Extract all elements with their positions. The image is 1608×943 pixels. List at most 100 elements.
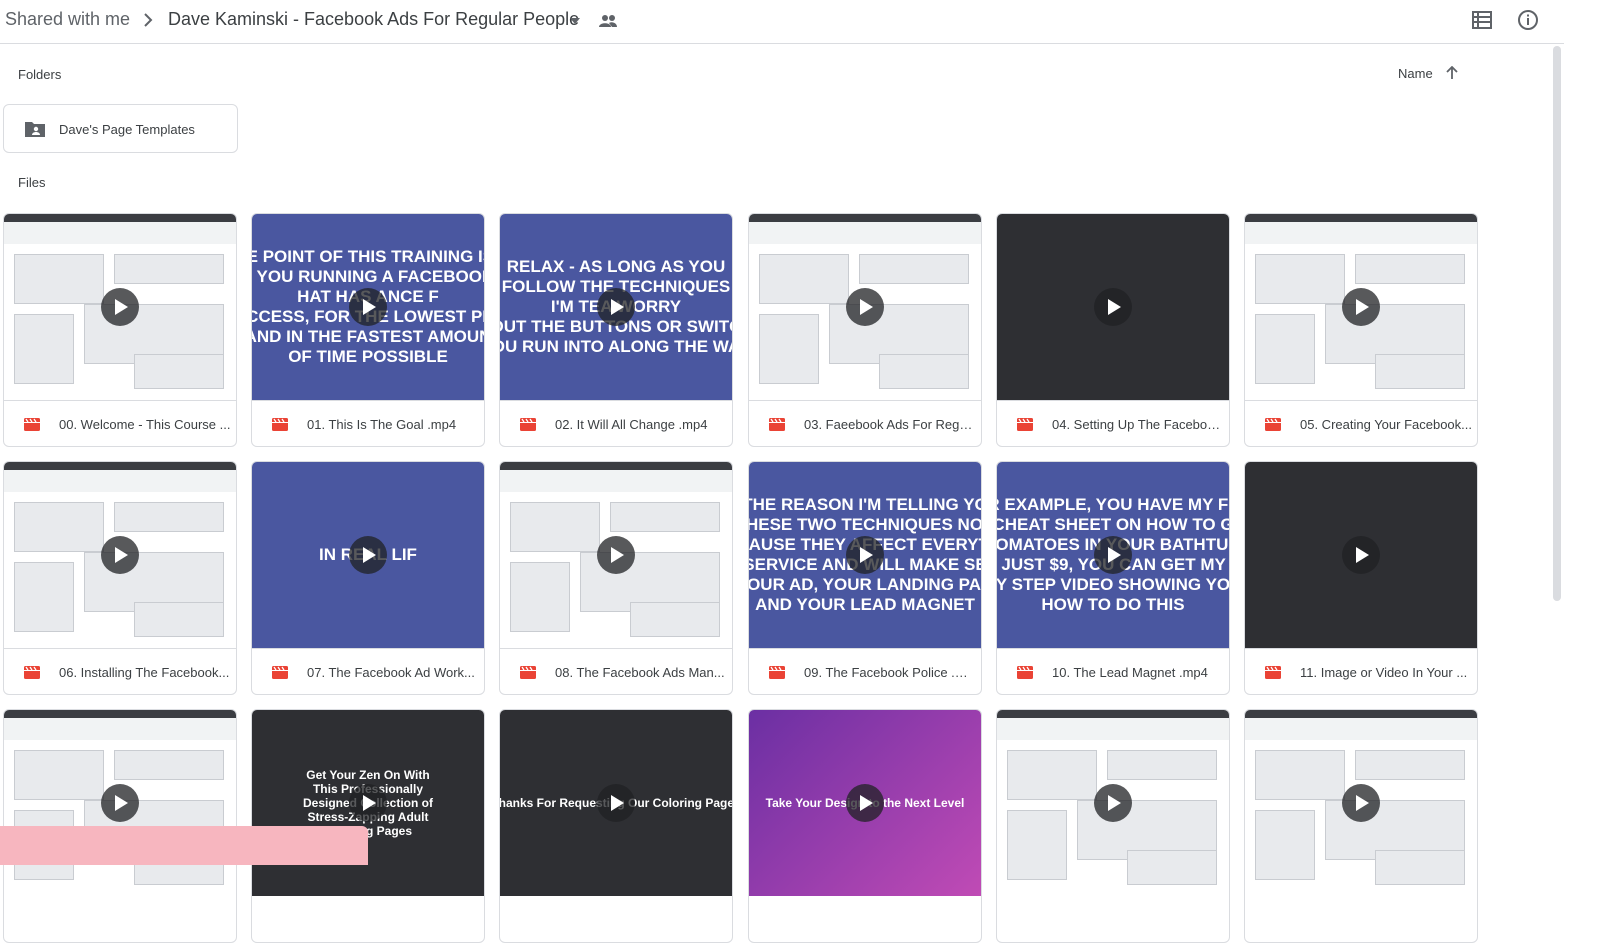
file-card[interactable]: 03. Faeebook Ads For Regu...	[748, 213, 982, 447]
thumbnail-panel	[759, 314, 819, 384]
file-card[interactable]: IN REAL LIF 07. The Facebook Ad Work...	[251, 461, 485, 695]
video-thumbnail[interactable]	[500, 462, 732, 648]
play-icon[interactable]	[101, 784, 139, 822]
file-card[interactable]: 11. Image or Video In Your ...	[1244, 461, 1478, 695]
file-caption[interactable]: 00. Welcome - This Course ...	[4, 400, 236, 446]
video-thumbnail[interactable]: Get Your Zen On With This Professionally…	[252, 710, 484, 896]
play-icon[interactable]	[1342, 288, 1380, 326]
video-thumbnail[interactable]: R EXAMPLE, YOU HAVE MY FF CHEAT SHEET ON…	[997, 462, 1229, 648]
play-icon[interactable]	[597, 288, 635, 326]
file-name: 09. The Facebook Police .m...	[804, 665, 976, 680]
play-icon[interactable]	[349, 536, 387, 574]
thumbnail-panel	[14, 314, 74, 384]
video-file-icon	[24, 418, 40, 431]
video-thumbnail[interactable]	[4, 214, 236, 400]
file-card[interactable]: 08. The Facebook Ads Man...	[499, 461, 733, 695]
file-caption[interactable]: 09. The Facebook Police .m...	[749, 648, 981, 694]
file-caption[interactable]: 10. The Lead Magnet .mp4	[997, 648, 1229, 694]
thumbnail-panel	[114, 254, 224, 284]
play-icon[interactable]	[1094, 784, 1132, 822]
play-icon[interactable]	[1342, 784, 1380, 822]
play-icon[interactable]	[101, 536, 139, 574]
play-icon[interactable]	[597, 784, 635, 822]
file-card[interactable]: 06. Installing The Facebook...	[3, 461, 237, 695]
thumbnail-panel	[14, 502, 104, 552]
thumbnail-panel	[1107, 750, 1217, 780]
file-card[interactable]: R EXAMPLE, YOU HAVE MY FF CHEAT SHEET ON…	[996, 461, 1230, 695]
video-thumbnail[interactable]: RELAX - AS LONG AS YOU FOLLOW THE TECHNI…	[500, 214, 732, 400]
file-card[interactable]: IE POINT OF THIS TRAINING IS T YOU RUNNI…	[251, 213, 485, 447]
play-icon[interactable]	[1094, 536, 1132, 574]
play-icon[interactable]	[597, 536, 635, 574]
breadcrumb-root[interactable]: Shared with me	[5, 9, 130, 30]
file-card[interactable]	[996, 709, 1230, 943]
file-caption[interactable]: 11. Image or Video In Your ...	[1245, 648, 1477, 694]
video-thumbnail[interactable]: THE REASON I'M TELLING YO THESE TWO TECH…	[749, 462, 981, 648]
file-card[interactable]: RELAX - AS LONG AS YOU FOLLOW THE TECHNI…	[499, 213, 733, 447]
video-thumbnail[interactable]	[749, 214, 981, 400]
thumbnail-panel	[610, 502, 720, 532]
video-thumbnail[interactable]	[4, 462, 236, 648]
file-caption[interactable]: 06. Installing The Facebook...	[4, 648, 236, 694]
file-card[interactable]: 05. Creating Your Facebook...	[1244, 213, 1478, 447]
thumbnail-panel	[1007, 810, 1067, 880]
thumbnail-panel	[1355, 254, 1465, 284]
file-name: 10. The Lead Magnet .mp4	[1052, 665, 1208, 680]
file-caption[interactable]: 01. This Is The Goal .mp4	[252, 400, 484, 446]
play-icon[interactable]	[349, 784, 387, 822]
play-icon[interactable]	[846, 784, 884, 822]
play-icon[interactable]	[349, 288, 387, 326]
file-caption[interactable]: 08. The Facebook Ads Man...	[500, 648, 732, 694]
file-caption[interactable]: 02. It Will All Change .mp4	[500, 400, 732, 446]
play-icon[interactable]	[846, 536, 884, 574]
video-thumbnail[interactable]	[1245, 462, 1477, 648]
video-file-icon	[520, 418, 536, 431]
file-card[interactable]: Take Your Design to the Next Level	[748, 709, 982, 943]
thumbnail-panel	[114, 750, 224, 780]
file-card[interactable]: THE REASON I'M TELLING YO THESE TWO TECH…	[748, 461, 982, 695]
thumbnail-panel	[134, 354, 224, 389]
sort-by-name-button[interactable]: Name	[1398, 66, 1433, 81]
file-card[interactable]: 04. Setting Up The Faceboo...	[996, 213, 1230, 447]
video-thumbnail[interactable]: IE POINT OF THIS TRAINING IS T YOU RUNNI…	[252, 214, 484, 400]
video-thumbnail[interactable]: Take Your Design to the Next Level	[749, 710, 981, 896]
breadcrumb-current-folder[interactable]: Dave Kaminski - Facebook Ads For Regular…	[168, 9, 579, 30]
thumbnail-panel	[114, 502, 224, 532]
file-caption[interactable]: 03. Faeebook Ads For Regu...	[749, 400, 981, 446]
people-icon[interactable]	[598, 14, 618, 28]
thumbnail-panel	[1255, 314, 1315, 384]
file-card[interactable]	[1244, 709, 1478, 943]
file-name: 11. Image or Video In Your ...	[1300, 665, 1468, 680]
download-progress-bar[interactable]	[0, 826, 368, 865]
info-icon[interactable]	[1517, 9, 1539, 31]
video-thumbnail[interactable]	[1245, 214, 1477, 400]
scrollbar-thumb[interactable]	[1553, 46, 1561, 601]
file-card[interactable]: Thanks For Requesting Our Coloring Pages	[499, 709, 733, 943]
play-icon[interactable]	[846, 288, 884, 326]
play-icon[interactable]	[1342, 536, 1380, 574]
file-name: 01. This Is The Goal .mp4	[307, 417, 457, 432]
video-file-icon	[1265, 666, 1281, 679]
video-thumbnail[interactable]: IN REAL LIF	[252, 462, 484, 648]
video-thumbnail[interactable]	[997, 214, 1229, 400]
video-thumbnail[interactable]: Thanks For Requesting Our Coloring Pages	[500, 710, 732, 896]
file-name: 00. Welcome - This Course ...	[59, 417, 231, 432]
file-caption[interactable]: 04. Setting Up The Faceboo...	[997, 400, 1229, 446]
video-file-icon	[769, 666, 785, 679]
file-card[interactable]: 00. Welcome - This Course ...	[3, 213, 237, 447]
video-thumbnail[interactable]	[4, 710, 236, 896]
play-icon[interactable]	[1094, 288, 1132, 326]
caret-down-icon[interactable]	[569, 17, 581, 25]
play-icon[interactable]	[101, 288, 139, 326]
thumbnail-panel	[134, 602, 224, 637]
video-thumbnail[interactable]	[997, 710, 1229, 896]
thumbnail-panel	[1355, 750, 1465, 780]
thumbnail-panel	[1375, 354, 1465, 389]
video-thumbnail[interactable]	[1245, 710, 1477, 896]
file-caption[interactable]: 07. The Facebook Ad Work...	[252, 648, 484, 694]
arrow-up-icon[interactable]	[1445, 66, 1459, 80]
folder-card[interactable]: Dave's Page Templates	[3, 104, 238, 153]
file-caption[interactable]: 05. Creating Your Facebook...	[1245, 400, 1477, 446]
file-name: 02. It Will All Change .mp4	[555, 417, 708, 432]
list-view-icon[interactable]	[1472, 11, 1492, 29]
